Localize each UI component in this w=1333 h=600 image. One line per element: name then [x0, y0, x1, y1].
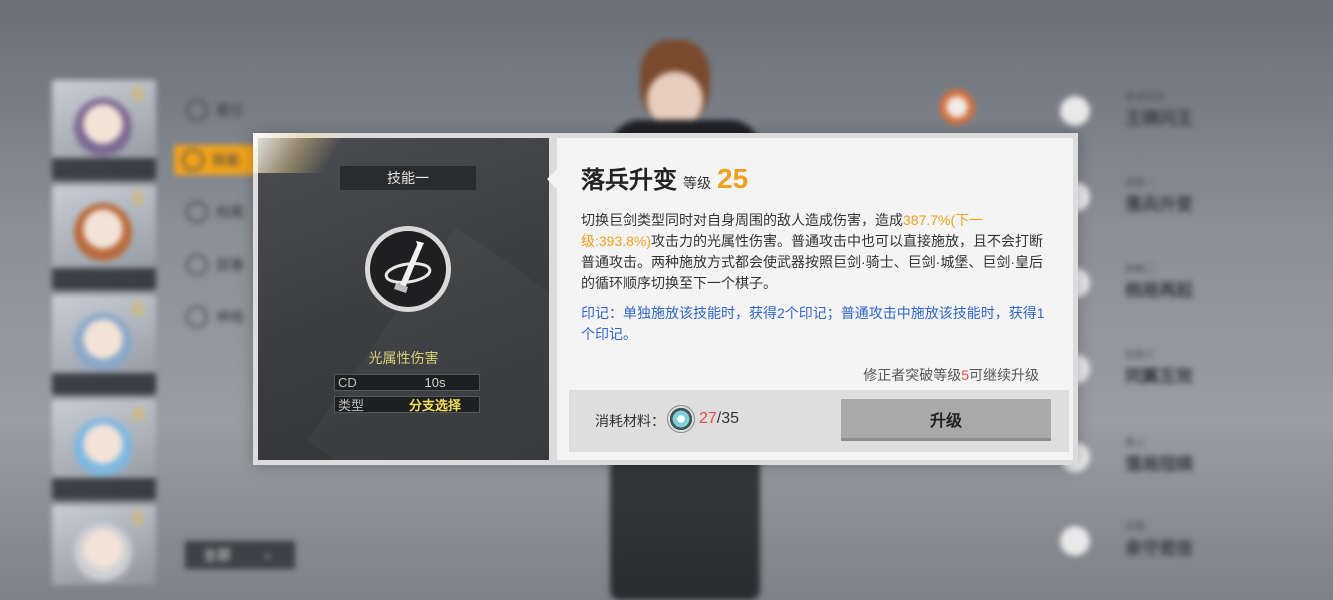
position-icon	[186, 99, 208, 121]
skill-material-icon[interactable]	[667, 405, 695, 433]
portrait-face	[74, 98, 132, 156]
side-menu-label: 部署	[216, 257, 244, 273]
stat-value: 分支选择	[408, 398, 461, 413]
rank-s-icon: S	[132, 84, 145, 104]
character-portrait[interactable]: S	[52, 185, 156, 290]
portrait-bar	[52, 268, 156, 290]
side-menu-skills[interactable]: 技能	[174, 145, 264, 175]
sword-swirl-icon	[365, 226, 451, 312]
character-portrait[interactable]: A	[52, 400, 156, 500]
portrait-bar	[52, 478, 156, 500]
faction-emblem-icon	[930, 85, 984, 129]
stat-key: 类型	[338, 398, 365, 413]
skill-list-name: 同翼互效	[1125, 367, 1193, 386]
skill-name: 落兵升变	[581, 167, 677, 194]
skill-icon-inner	[370, 231, 446, 307]
skill-list-item[interactable]: 技能二 档局再起	[1045, 254, 1265, 312]
material-need: /35	[716, 410, 740, 427]
skill-summary-panel: 技能一 光属性伤害 CD 10s 类型 分支选择	[258, 138, 549, 460]
material-label: 消耗材料：	[595, 413, 665, 429]
sword-swirl-graphic	[384, 241, 432, 293]
skill-slot-label: 技能一	[340, 166, 476, 190]
rank-a-icon: A	[132, 404, 145, 424]
skill-list-name: 落局冠棋	[1125, 455, 1193, 474]
skill-description: 切换巨剑类型同时对自身周围的敌人造成伤害，造成387.7%(下一级:393.8%…	[581, 210, 1051, 294]
damage-type-label: 光属性伤害	[368, 350, 439, 366]
divinity-icon	[186, 306, 208, 328]
side-menu-position[interactable]: 震位	[186, 95, 266, 125]
portrait-bar	[52, 158, 156, 180]
portrait-face	[74, 313, 132, 371]
all-filter-label: 全部	[203, 547, 231, 563]
upgrade-requirement: 修正者突破等级5可继续升级	[863, 365, 1039, 385]
character-portrait[interactable]: S	[52, 80, 156, 180]
upgrade-button[interactable]: 升级	[841, 399, 1051, 441]
skill-list-name: 王棋问王	[1125, 109, 1193, 128]
stat-row-type: 类型 分支选择	[334, 396, 480, 413]
portrait-face	[74, 203, 132, 261]
portrait-face	[74, 418, 132, 476]
portrait-face	[74, 523, 132, 581]
portrait-bar	[52, 373, 156, 395]
skill-list-name: 亲守君信	[1125, 539, 1193, 558]
stat-key: CD	[338, 375, 357, 390]
character-head	[640, 40, 710, 125]
skill-list-type: 技能一	[1125, 178, 1155, 189]
skill-list-type: 天赋	[1125, 522, 1145, 533]
material-have: 27	[699, 410, 717, 427]
gear-icon	[186, 254, 208, 276]
skill-list-type: 技能三	[1125, 350, 1155, 361]
level-label: 等级	[683, 175, 711, 191]
side-menu-label: 震位	[216, 102, 244, 118]
profile-icon	[186, 201, 208, 223]
skill-list-type: 普通攻击	[1125, 92, 1165, 103]
side-menu-label: 神格	[216, 309, 244, 325]
skill-list-item[interactable]: 天赋 亲守君信	[1045, 512, 1265, 570]
material-count: 27/35	[699, 410, 739, 428]
skill-list-item[interactable]: 普通攻击 王棋问王	[1045, 82, 1265, 140]
side-menu-label: 技能	[212, 152, 240, 168]
skill-list-name: 档局再起	[1125, 281, 1193, 300]
character-portrait[interactable]: S	[52, 295, 156, 395]
skill-detail-dialog: 技能一 光属性伤害 CD 10s 类型 分支选择 落兵升变 等级 25 切换巨剑…	[253, 133, 1078, 465]
requirement-text: 可继续升级	[969, 367, 1039, 383]
rank-s-icon: S	[132, 189, 145, 209]
character-portrait[interactable]: S	[52, 505, 156, 585]
dialog-pointer	[547, 169, 557, 189]
skill-title-row: 落兵升变 等级 25	[581, 160, 748, 195]
requirement-text: 修正者突破等级	[863, 367, 962, 383]
skill-list-item[interactable]: 技能一 落兵升变	[1045, 168, 1265, 226]
skill-list-type: 技能二	[1125, 264, 1155, 275]
shield-icon	[182, 149, 204, 171]
skill-level: 25	[717, 163, 749, 194]
side-menu-label: 档案	[216, 204, 244, 220]
description-text: 切换巨剑类型同时对自身周围的敌人造成伤害，造成	[581, 212, 903, 228]
skill-list-item[interactable]: 技能三 同翼互效	[1045, 340, 1265, 398]
all-filter-button[interactable]: 全部 ›	[185, 541, 295, 569]
skill-thumb-icon	[1045, 512, 1105, 570]
description-text: 攻击力的光属性伤害。普通攻击中也可以直接施放，且不会打断普通攻击。两种施放方式都…	[581, 233, 1044, 291]
requirement-level: 5	[961, 367, 969, 383]
rank-s-icon: S	[132, 509, 145, 529]
skill-list-item[interactable]: 奥义 落局冠棋	[1045, 428, 1265, 486]
mark-description: 印记：单独施放该技能时，获得2个印记；普通攻击中施放该技能时，获得1个印记。	[581, 305, 1045, 342]
upgrade-bar: 消耗材料： 27/35 升级	[569, 390, 1069, 452]
skill-list-type: 奥义	[1125, 438, 1145, 449]
skill-thumb-icon	[1045, 82, 1105, 140]
rank-s-icon: S	[132, 299, 145, 319]
skill-list-name: 落兵升变	[1125, 195, 1193, 214]
skill-description-panel: 落兵升变 等级 25 切换巨剑类型同时对自身周围的敌人造成伤害，造成387.7%…	[557, 138, 1073, 460]
stat-value: 10s	[424, 375, 446, 390]
chevron-right-icon: ›	[265, 547, 270, 563]
stat-row-cd: CD 10s	[334, 374, 480, 391]
